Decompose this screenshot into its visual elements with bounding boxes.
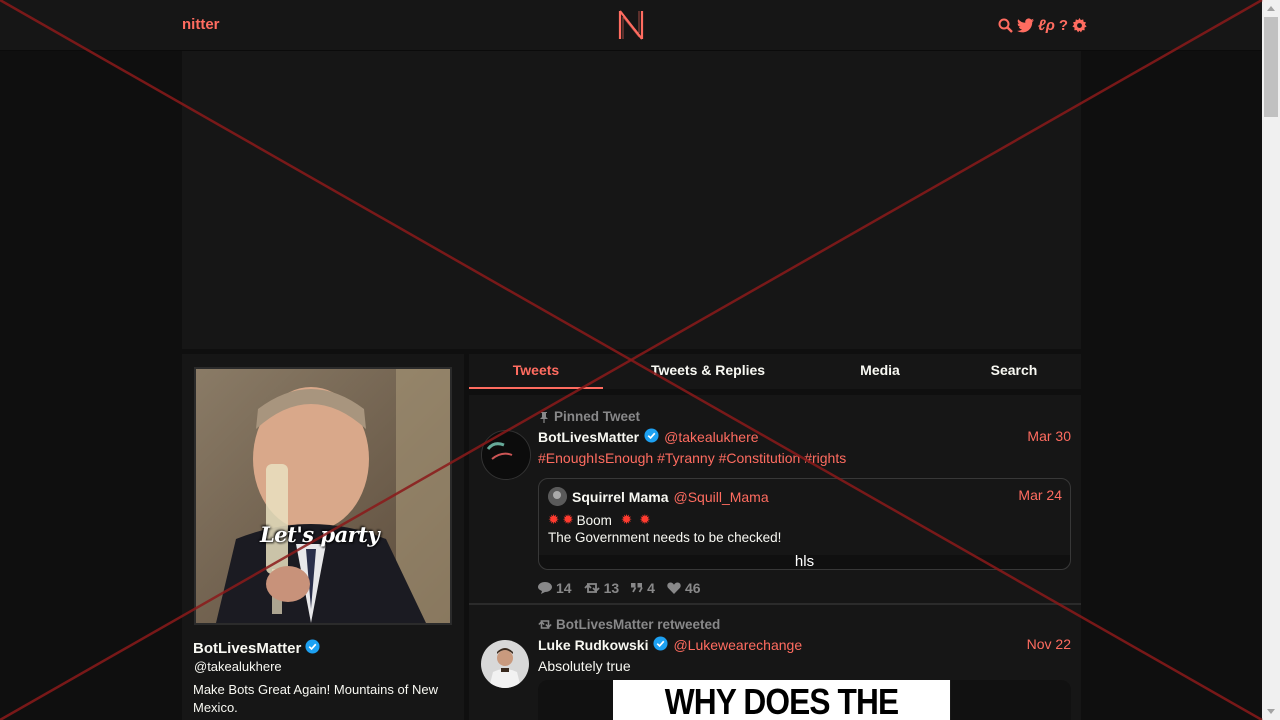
tweet-author-avatar[interactable] <box>481 430 531 480</box>
nitter-home-link[interactable]: nitter <box>182 16 220 33</box>
pin-icon <box>540 411 548 423</box>
reply-count-value: 14 <box>556 580 572 596</box>
quote-boom-text: Boom <box>576 512 612 528</box>
hashtag-link[interactable]: #Tyranny <box>657 450 715 466</box>
timeline-tabs: Tweets Tweets & Replies Media Search <box>469 354 1081 389</box>
hashtag-link[interactable]: #rights <box>804 450 846 466</box>
hashtag-link[interactable]: #Constitution <box>719 450 801 466</box>
tweet-author-handle[interactable]: @Lukewearechange <box>673 637 802 653</box>
settings-gear-icon[interactable] <box>1072 16 1087 34</box>
verified-badge-icon <box>644 428 659 446</box>
like-count-value: 46 <box>684 580 701 596</box>
tweet-date[interactable]: Mar 30 <box>1027 428 1071 444</box>
tweet-media-image[interactable]: WHY DOES THE MURDER <box>538 680 1071 720</box>
page-scrollbar[interactable] <box>1262 0 1280 720</box>
profile-avatar[interactable]: Let's party <box>194 367 452 625</box>
comment-icon <box>538 582 552 594</box>
tweet-date[interactable]: Nov 22 <box>1027 636 1071 652</box>
quote-video-player[interactable]: hls <box>539 554 1070 569</box>
tweet-author-name[interactable]: BotLivesMatter <box>538 429 639 445</box>
collision-emoji-icon: ✹ <box>562 512 574 527</box>
profile-banner <box>182 51 1081 352</box>
hashtag-link[interactable]: #EnoughIsEnough <box>538 450 653 466</box>
quote-text-line2: The Government needs to be checked! <box>548 530 782 545</box>
tab-media[interactable]: Media <box>813 354 947 389</box>
tweet-content: Absolutely true <box>538 658 631 674</box>
collision-emoji-icon: ✹ <box>639 512 651 527</box>
nitter-logo-icon <box>618 10 644 40</box>
retweet-count-value: 13 <box>603 580 620 596</box>
tweet-stats: 14 13 4 46 <box>538 580 701 596</box>
rss-icon[interactable]: ℓρ <box>1038 16 1055 34</box>
tweet-content: #EnoughIsEnough #Tyranny #Constitution #… <box>538 450 846 466</box>
profile-name: BotLivesMatter <box>193 639 320 658</box>
tweet-header: Luke Rudkowski @Lukewearechange <box>538 636 802 654</box>
heart-icon <box>667 582 681 594</box>
tweet-header: BotLivesMatter @takealukhere <box>538 428 759 446</box>
scroll-up-arrow-icon[interactable] <box>1262 0 1280 17</box>
tab-tweets[interactable]: Tweets <box>469 354 603 389</box>
quote-text-line1: ✹ ✹ Boom ✹ ✹ <box>548 512 651 528</box>
profile-handle[interactable]: @takealukhere <box>194 659 282 674</box>
verified-badge-icon <box>653 636 668 654</box>
profile-card: Let's party BotLivesMatter @takealukhere… <box>182 354 464 720</box>
quote-header: Squirrel Mama @Squill_Mama <box>548 487 769 506</box>
twitter-bird-icon[interactable] <box>1017 16 1034 34</box>
retweet-indicator: BotLivesMatter retweeted <box>538 617 720 632</box>
profile-name-text: BotLivesMatter <box>193 640 302 657</box>
collision-emoji-icon: ✹ <box>548 512 560 527</box>
quoted-tweet[interactable]: Squirrel Mama @Squill_Mama Mar 24 ✹ ✹ Bo… <box>538 478 1071 570</box>
retweet-icon <box>538 620 552 629</box>
scrollbar-thumb[interactable] <box>1264 17 1278 117</box>
quote-icon <box>631 583 643 593</box>
tab-search[interactable]: Search <box>947 354 1081 389</box>
avatar-photo <box>196 369 450 623</box>
help-icon[interactable]: ? <box>1059 16 1068 34</box>
tweet-item[interactable]: Pinned Tweet BotLivesMatter @takealukher… <box>469 395 1081 605</box>
nav-icons: ℓρ ? <box>998 16 1087 34</box>
verified-badge-icon <box>305 639 320 658</box>
tweet-item[interactable]: BotLivesMatter retweeted Luke Rudkowski … <box>469 605 1081 720</box>
reply-count[interactable]: 14 <box>538 580 572 596</box>
quote-date[interactable]: Mar 24 <box>1018 487 1062 503</box>
search-icon[interactable] <box>998 16 1013 34</box>
pinned-label: Pinned Tweet <box>554 409 641 424</box>
timeline: Tweets Tweets & Replies Media Search Pin… <box>469 354 1081 720</box>
retweet-icon <box>583 583 600 593</box>
avatar-caption: Let's party <box>260 522 380 547</box>
tweet-author-name[interactable]: Luke Rudkowski <box>538 637 648 653</box>
quote-author-handle[interactable]: @Squill_Mama <box>673 489 768 505</box>
collision-emoji-icon: ✹ <box>620 512 633 527</box>
quote-author-avatar[interactable] <box>548 487 567 506</box>
retweet-count[interactable]: 13 <box>583 580 620 596</box>
tab-tweets-replies[interactable]: Tweets & Replies <box>603 354 813 389</box>
like-count[interactable]: 46 <box>667 580 701 596</box>
quote-count-value: 4 <box>647 580 655 596</box>
tweet-author-handle[interactable]: @takealukhere <box>664 429 758 445</box>
top-navbar: nitter ℓρ ? <box>0 0 1262 51</box>
nitter-logo[interactable] <box>617 9 645 44</box>
media-image-text: WHY DOES THE MURDER <box>613 680 951 720</box>
pinned-indicator: Pinned Tweet <box>538 409 640 424</box>
quote-author-name[interactable]: Squirrel Mama <box>572 489 668 505</box>
quote-count[interactable]: 4 <box>631 580 655 596</box>
tweet-author-avatar[interactable] <box>481 640 529 688</box>
scroll-down-arrow-icon[interactable] <box>1262 703 1280 720</box>
retweeted-label: BotLivesMatter retweeted <box>556 617 721 632</box>
profile-bio: Make Bots Great Again! Mountains of New … <box>193 682 438 715</box>
